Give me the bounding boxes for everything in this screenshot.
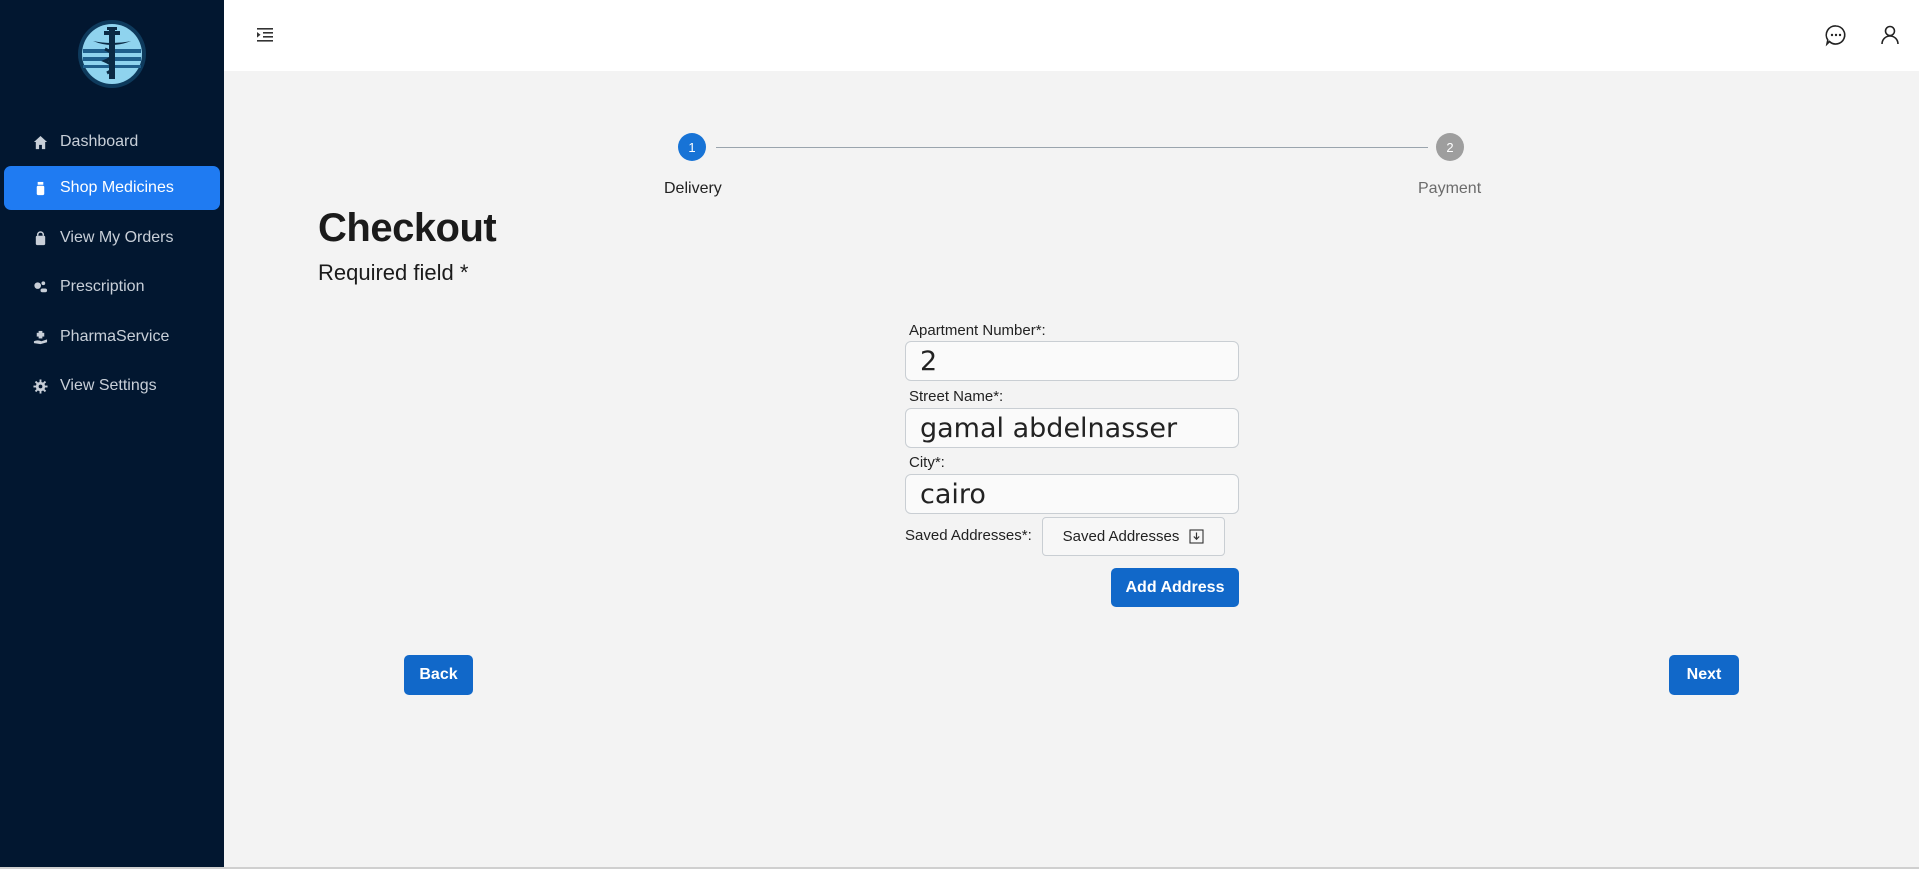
sidebar-item-view-settings[interactable]: View Settings (4, 364, 220, 408)
city-input[interactable] (905, 474, 1239, 514)
saved-addresses-label: Saved Addresses*: (905, 527, 1032, 544)
dropdown-arrow-icon (1189, 529, 1204, 544)
step-1-label: Delivery (664, 180, 722, 197)
apartment-number-input[interactable] (905, 341, 1239, 381)
medicine-bottle-icon (30, 178, 50, 198)
sidebar-item-shop-medicines[interactable]: Shop Medicines (4, 166, 220, 210)
next-button[interactable]: Next (1669, 655, 1739, 695)
sidebar: Dashboard Shop Medicines View My Orders … (0, 0, 224, 869)
pills-icon (30, 277, 50, 297)
sidebar-item-label: PharmaService (60, 328, 170, 345)
city-label: City*: (909, 454, 945, 471)
pharmacy-logo[interactable] (77, 19, 147, 89)
step-2-indicator: 2 (1436, 133, 1464, 161)
required-field-note: Required field * (318, 260, 469, 285)
stepper-connector (716, 147, 1428, 148)
saved-addresses-value: Saved Addresses (1062, 528, 1180, 545)
sidebar-item-pharmaservice[interactable]: PharmaService (4, 315, 220, 359)
sidebar-item-label: Prescription (60, 278, 145, 295)
saved-addresses-dropdown[interactable]: Saved Addresses (1042, 517, 1225, 556)
menu-toggle-icon[interactable] (254, 24, 276, 46)
sidebar-item-label: Shop Medicines (60, 179, 174, 196)
sidebar-item-view-my-orders[interactable]: View My Orders (4, 216, 220, 260)
back-button[interactable]: Back (404, 655, 473, 695)
sidebar-item-prescription[interactable]: Prescription (4, 265, 220, 309)
add-address-button[interactable]: Add Address (1111, 568, 1239, 607)
street-name-input[interactable] (905, 408, 1239, 448)
step-1-indicator: 1 (678, 133, 706, 161)
hand-holding-medical-icon (30, 327, 50, 347)
apartment-number-label: Apartment Number*: (909, 322, 1046, 339)
shopping-bag-icon (30, 228, 50, 248)
chat-icon[interactable] (1824, 23, 1848, 47)
sidebar-item-dashboard[interactable]: Dashboard (4, 120, 220, 164)
top-bar (224, 0, 1919, 71)
sidebar-item-label: View Settings (60, 377, 157, 394)
page-title: Checkout (318, 206, 497, 250)
sidebar-item-label: Dashboard (60, 133, 139, 150)
user-profile-icon[interactable] (1878, 23, 1902, 47)
home-icon (30, 132, 50, 152)
street-name-label: Street Name*: (909, 388, 1004, 405)
step-2-label: Payment (1418, 180, 1482, 197)
gear-icon (30, 376, 50, 396)
sidebar-item-label: View My Orders (60, 229, 174, 246)
